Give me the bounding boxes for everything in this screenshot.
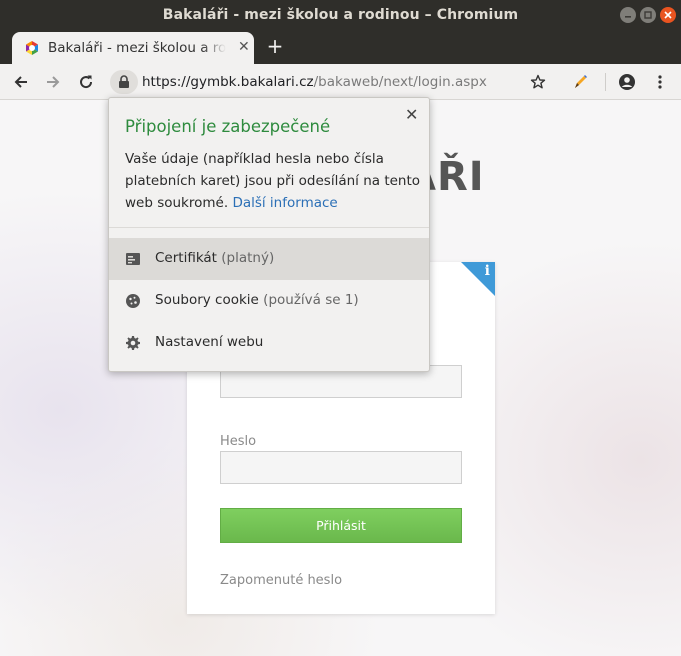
- pencil-extension-icon: [575, 75, 587, 88]
- popup-divider: [109, 227, 429, 228]
- toolbar-separator: [605, 73, 606, 91]
- popup-close-button[interactable]: ✕: [405, 105, 418, 124]
- password-field[interactable]: [220, 451, 462, 484]
- tab-bakalari[interactable]: Bakaláři - mezi školou a rodinou ✕: [12, 32, 254, 64]
- lock-icon: [119, 75, 129, 88]
- account-icon: [619, 74, 635, 90]
- tab-close-button[interactable]: ✕: [238, 39, 250, 55]
- certificate-row-text: Certifikát (platný): [155, 250, 274, 266]
- new-tab-button[interactable]: +: [265, 35, 285, 57]
- site-security-popup: Připojení je zabezpečené ✕ Vaše údaje (n…: [108, 97, 430, 372]
- url-text[interactable]: https://gymbk.bakalari.cz/bakaweb/next/l…: [142, 74, 487, 90]
- site-settings-row[interactable]: Nastavení webu: [109, 322, 429, 364]
- url-path: /bakaweb/next/login.aspx: [313, 74, 487, 90]
- star-icon: [530, 74, 546, 89]
- arrow-right-icon: [47, 76, 60, 88]
- cookies-row-text: Soubory cookie (používá se 1): [155, 292, 359, 308]
- close-icon: [664, 11, 672, 19]
- close-window-button[interactable]: [660, 7, 676, 23]
- back-button[interactable]: [11, 72, 31, 92]
- browser-toolbar: https://gymbk.bakalari.cz/bakaweb/next/l…: [0, 64, 681, 100]
- cookies-row[interactable]: Soubory cookie (používá se 1): [109, 280, 429, 322]
- gear-icon: [126, 336, 140, 350]
- minimize-button[interactable]: [620, 7, 636, 23]
- menu-button[interactable]: [650, 72, 670, 92]
- window-title: Bakaláři - mezi školou a rodinou – Chrom…: [162, 7, 519, 23]
- url-host: https://gymbk.bakalari.cz: [142, 74, 314, 90]
- popup-description: Vaše údaje (například hesla nebo čísla p…: [125, 148, 425, 214]
- certificate-label: Certifikát: [155, 250, 217, 266]
- reload-icon: [80, 75, 93, 89]
- popup-title: Připojení je zabezpečené: [125, 117, 331, 136]
- extension-button[interactable]: [570, 72, 590, 92]
- password-label: Heslo: [220, 434, 257, 449]
- minimize-icon: [625, 16, 631, 18]
- site-settings-label: Nastavení webu: [155, 334, 264, 350]
- maximize-button[interactable]: [640, 7, 656, 23]
- tab-title: Bakaláři - mezi školou a rodinou: [48, 40, 226, 56]
- certificate-icon: [126, 253, 140, 265]
- tab-strip: Bakaláři - mezi školou a rodinou ✕ +: [0, 30, 681, 64]
- maximize-icon: [644, 11, 652, 19]
- window-titlebar: Bakaláři - mezi školou a rodinou – Chrom…: [0, 0, 681, 30]
- forgot-password-link[interactable]: Zapomenuté heslo: [220, 573, 342, 588]
- bookmark-star-button[interactable]: [528, 72, 548, 92]
- reload-button[interactable]: [76, 72, 96, 92]
- more-vert-icon: [658, 75, 662, 89]
- cookies-count: (používá se 1): [263, 292, 359, 308]
- site-info-button[interactable]: [110, 70, 138, 94]
- cookie-icon: [126, 294, 140, 308]
- cookies-label: Soubory cookie: [155, 292, 259, 308]
- profile-button[interactable]: [617, 72, 637, 92]
- login-button[interactable]: Přihlásit: [220, 508, 462, 543]
- arrow-left-icon: [14, 76, 27, 88]
- address-bar[interactable]: https://gymbk.bakalari.cz/bakaweb/next/l…: [108, 69, 558, 95]
- more-info-link[interactable]: Další informace: [232, 195, 337, 211]
- certificate-row[interactable]: Certifikát (platný): [109, 238, 429, 280]
- info-icon[interactable]: i: [485, 263, 490, 279]
- forward-button[interactable]: [43, 72, 63, 92]
- bakalari-favicon-icon: [26, 41, 38, 55]
- certificate-status: (platný): [221, 250, 275, 266]
